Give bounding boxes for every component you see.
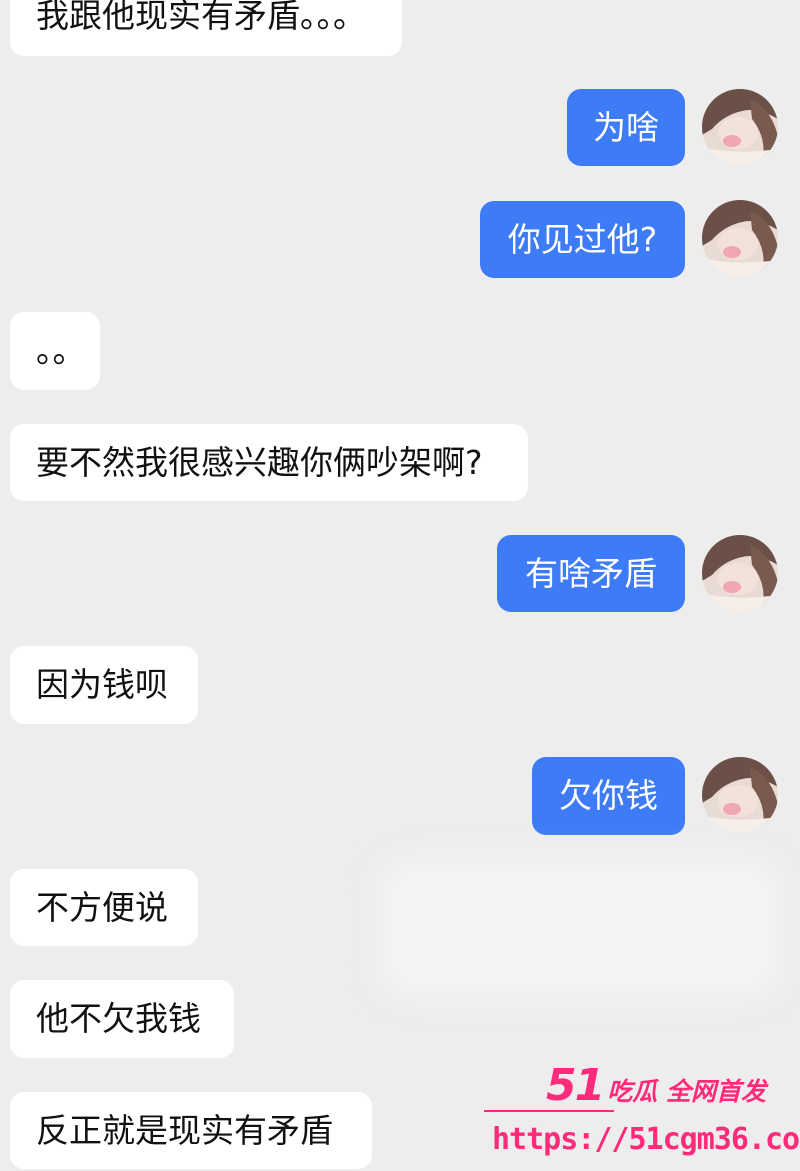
message-text: 要不然我很感兴趣你俩吵架啊?: [36, 442, 483, 482]
message-bubble-incoming[interactable]: 要不然我很感兴趣你俩吵架啊?: [10, 424, 528, 501]
message-text: 有啥矛盾: [525, 553, 657, 593]
message-text: 你见过他?: [507, 219, 658, 259]
message-text: 我跟他现实有矛盾。。。: [36, 0, 366, 35]
message-text: 为啥: [593, 107, 659, 147]
message-text: 反正就是现实有矛盾: [36, 1110, 333, 1150]
message-bubble-incoming[interactable]: 不方便说: [10, 869, 198, 946]
user-avatar-icon: [702, 89, 778, 165]
user-avatar-icon: [702, 757, 778, 833]
message-text: 因为钱呗: [36, 665, 168, 704]
avatar[interactable]: [702, 535, 778, 611]
watermark-divider: [484, 1110, 614, 1112]
message-text: 。。: [36, 331, 86, 370]
message-bubble-outgoing[interactable]: 为啥: [567, 89, 685, 166]
message-bubble-incoming[interactable]: 因为钱呗: [10, 646, 198, 724]
watermark-brand: 51 吃瓜 全网首发: [546, 1062, 766, 1110]
watermark-brand-text: 吃瓜 全网首发: [607, 1077, 766, 1106]
message-bubble-outgoing[interactable]: 有啥矛盾: [497, 535, 685, 612]
message-bubble-incoming[interactable]: 我跟他现实有矛盾。。。: [10, 0, 402, 56]
message-bubble-outgoing[interactable]: 你见过他?: [480, 201, 685, 278]
watermark-url: https://51cgm36.com: [492, 1122, 800, 1157]
message-text: 他不欠我钱: [36, 999, 201, 1038]
user-avatar-icon: [702, 200, 778, 276]
avatar[interactable]: [702, 200, 778, 276]
message-text: 欠你钱: [559, 776, 658, 815]
redacted-area: [380, 858, 780, 998]
message-text: 不方便说: [36, 887, 168, 927]
message-bubble-outgoing[interactable]: 欠你钱: [532, 757, 685, 835]
avatar[interactable]: [702, 757, 778, 833]
user-avatar-icon: [702, 535, 778, 611]
watermark-brand-number: 51: [546, 1060, 605, 1111]
message-bubble-incoming[interactable]: 。。: [10, 312, 100, 390]
avatar[interactable]: [702, 89, 778, 165]
message-bubble-incoming[interactable]: 他不欠我钱: [10, 980, 234, 1058]
message-bubble-incoming[interactable]: 反正就是现实有矛盾: [10, 1092, 372, 1169]
watermark: 51 吃瓜 全网首发 https://51cgm36.com: [478, 1062, 800, 1167]
